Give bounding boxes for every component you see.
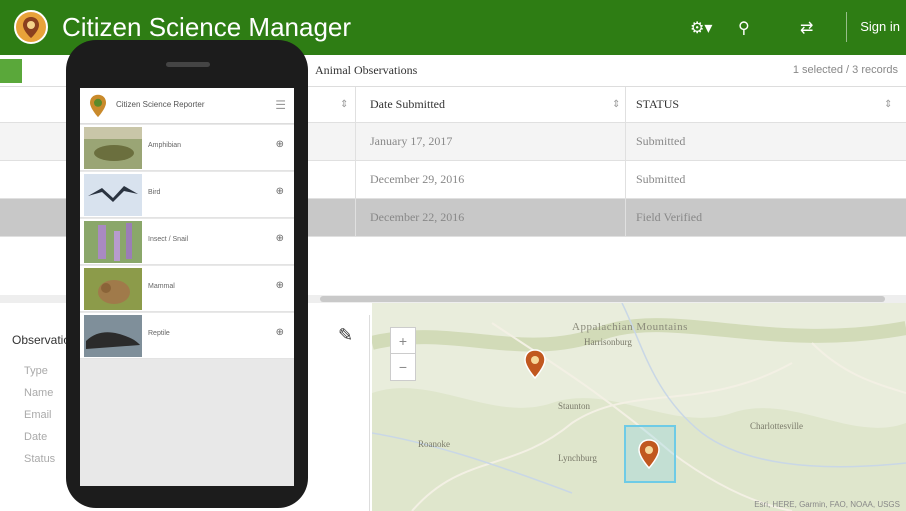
phone-screen: Citizen Science Reporter ☰ Amphibian ⊕ B… — [80, 88, 294, 486]
list-item[interactable]: Mammal ⊕ — [80, 266, 294, 312]
list-item-label: Reptile — [148, 330, 170, 337]
cell-date: December 22, 2016 — [370, 210, 465, 224]
map-attribution: Esri, HERE, Garmin, FAO, NOAA, USGS — [754, 500, 900, 509]
map-label-region: Appalachian Mountains — [572, 321, 688, 333]
zoom-in-button[interactable]: + — [391, 328, 415, 354]
settings-icon[interactable]: ⚙▾ — [690, 18, 712, 38]
column-divider — [625, 161, 626, 198]
column-divider — [355, 123, 356, 160]
search-icon[interactable]: ⚲ — [738, 18, 750, 38]
cell-date: January 17, 2017 — [370, 134, 453, 148]
reptile-thumbnail — [84, 315, 142, 357]
cell-status: Submitted — [636, 172, 686, 186]
phone-home-button — [162, 480, 212, 488]
cell-status: Submitted — [636, 134, 686, 148]
header-divider — [846, 12, 847, 42]
chevron-right-icon: ⊕ — [275, 139, 284, 150]
refresh-icon[interactable]: ⇄ — [800, 18, 813, 38]
column-divider — [625, 87, 626, 122]
toggle-panel-button[interactable] — [0, 59, 22, 83]
bird-thumbnail — [84, 174, 142, 216]
column-divider — [355, 87, 356, 122]
list-item-label: Insect / Snail — [148, 236, 189, 243]
cell-status: Field Verified — [636, 210, 703, 224]
insect-snail-thumbnail — [84, 221, 142, 263]
column-divider — [355, 161, 356, 198]
column-header-date[interactable]: Date Submitted — [370, 87, 445, 122]
list-item[interactable]: Reptile ⊕ — [80, 313, 294, 359]
sort-icon[interactable]: ⇕ — [884, 99, 892, 110]
column-divider — [625, 199, 626, 236]
chevron-right-icon: ⊕ — [275, 186, 284, 197]
list-item[interactable]: Bird ⊕ — [80, 172, 294, 218]
reporter-app-header: Citizen Science Reporter ☰ — [80, 88, 294, 124]
layer-title: Animal Observations — [315, 63, 418, 77]
sort-icon[interactable]: ⇕ — [340, 99, 348, 110]
selection-count: 1 selected / 3 records — [792, 64, 898, 76]
chevron-right-icon: ⊕ — [275, 280, 284, 291]
observation-pin-icon[interactable] — [524, 349, 546, 379]
amphibian-thumbnail — [84, 127, 142, 169]
map-view[interactable]: + − Appalachian Mountains Harrisonburg S… — [372, 303, 906, 511]
map-label-town: Charlottesville — [750, 421, 803, 431]
list-item[interactable]: Insect / Snail ⊕ — [80, 219, 294, 265]
zoom-out-button[interactable]: − — [391, 354, 415, 380]
list-item-label: Mammal — [148, 283, 175, 290]
detail-field-label: Type — [24, 365, 48, 377]
app-logo-icon — [14, 10, 48, 44]
map-label-town: Roanoke — [418, 439, 450, 449]
detail-field-label: Status — [24, 453, 56, 465]
scrollbar-thumb[interactable] — [320, 296, 885, 302]
phone-speaker — [166, 62, 210, 67]
chevron-right-icon: ⊕ — [275, 327, 284, 338]
detail-field-label: Date — [24, 431, 48, 443]
reporter-app-title: Citizen Science Reporter — [116, 100, 205, 109]
map-label-town: Staunton — [558, 401, 591, 411]
zoom-control: + − — [390, 327, 416, 381]
edit-pencil-icon[interactable]: ✎ — [338, 325, 353, 346]
list-item[interactable]: Amphibian ⊕ — [80, 125, 294, 171]
list-item-label: Bird — [148, 189, 161, 196]
sort-icon[interactable]: ⇕ — [612, 99, 620, 110]
cell-date: December 29, 2016 — [370, 172, 465, 186]
phone-mockup: Citizen Science Reporter ☰ Amphibian ⊕ B… — [66, 40, 308, 508]
mammal-thumbnail — [84, 268, 142, 310]
reporter-logo-icon — [90, 94, 106, 118]
map-label-town: Lynchburg — [558, 453, 597, 463]
column-divider — [625, 123, 626, 160]
list-item-label: Amphibian — [148, 142, 182, 149]
column-header-status[interactable]: STATUS — [636, 87, 679, 122]
chevron-right-icon: ⊕ — [275, 233, 284, 244]
detail-field-label: Email — [24, 409, 52, 421]
sign-in-link[interactable]: Sign in — [860, 19, 900, 34]
map-label-town: Harrisonburg — [584, 337, 632, 347]
column-divider — [355, 199, 356, 236]
hamburger-menu-icon[interactable]: ☰ — [275, 98, 286, 112]
app-title: Citizen Science Manager — [62, 12, 352, 42]
observation-pin-icon[interactable] — [638, 439, 660, 469]
detail-field-label: Name — [24, 387, 54, 399]
